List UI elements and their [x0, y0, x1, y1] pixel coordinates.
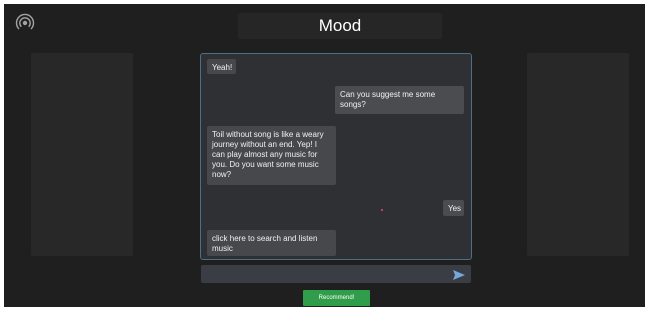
cursor-dot — [381, 209, 383, 211]
send-icon-svg — [453, 270, 465, 280]
message-input[interactable] — [201, 265, 441, 283]
broadcast-icon-svg — [15, 13, 35, 30]
chat-window[interactable]: Yeah! Can you suggest me some songs? Toi… — [200, 53, 472, 260]
left-side-panel — [31, 53, 133, 256]
header-title-bar: Mood — [238, 13, 442, 39]
chat-message-bot: Toil without song is like a weary journe… — [207, 126, 336, 185]
page-title: Mood — [318, 16, 362, 35]
music-search-link[interactable]: click here to search and listen music — [207, 230, 336, 256]
message-composer — [201, 265, 471, 283]
recommend-button-label: Recommend! — [318, 295, 355, 301]
chat-message-user: Yes — [443, 200, 464, 216]
recommend-button[interactable]: Recommend! — [303, 290, 370, 306]
chat-message-bot: Yeah! — [207, 59, 236, 74]
right-side-panel — [527, 53, 629, 256]
app-window: Mood Yeah! Can you suggest me some songs… — [4, 4, 645, 307]
broadcast-icon[interactable] — [14, 12, 36, 34]
chat-message-user: Can you suggest me some songs? — [335, 86, 464, 114]
send-icon[interactable] — [452, 268, 466, 280]
